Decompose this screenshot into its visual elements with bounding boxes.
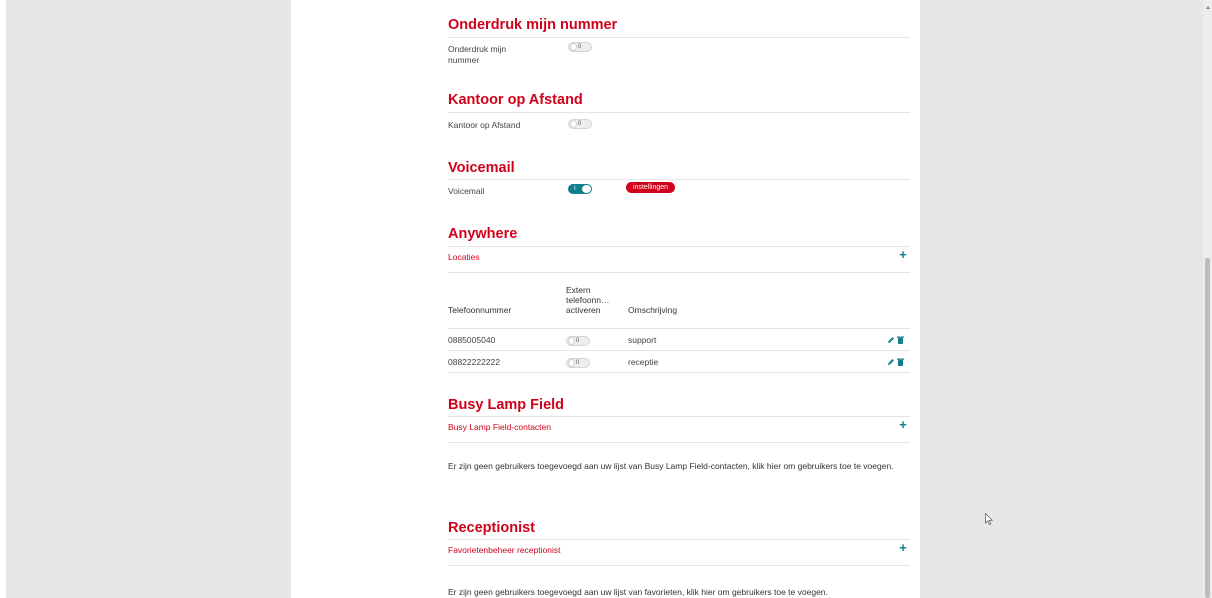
divider (448, 350, 910, 351)
section-title: Anywhere (448, 226, 518, 242)
toggle-text: 0 (576, 360, 580, 366)
blf-empty-message[interactable]: Er zijn geen gebruikers toegevoegd aan u… (448, 461, 908, 472)
divider (448, 246, 910, 247)
divider (448, 112, 910, 113)
trash-icon[interactable] (897, 336, 904, 344)
trash-icon[interactable] (897, 358, 904, 366)
divider (448, 442, 910, 443)
divider (448, 539, 910, 540)
favorites-link[interactable]: Favorietenbeheer receptionist (448, 545, 560, 555)
locaties-link[interactable]: Locaties (448, 252, 480, 262)
voicemail-toggle[interactable]: I (568, 184, 592, 194)
voicemail-label: Voicemail (448, 186, 485, 196)
divider (448, 37, 910, 38)
plus-icon: + (899, 540, 907, 555)
table-header-extern: Extern telefoonn… activeren (566, 285, 610, 315)
divider (448, 179, 910, 180)
row-number: 0885005040 (448, 335, 496, 345)
pencil-icon[interactable] (887, 336, 895, 344)
divider (448, 272, 910, 273)
add-favorite-button[interactable]: + (898, 540, 908, 555)
row-extern-toggle[interactable]: 0 (566, 358, 590, 368)
section-title: Voicemail (448, 160, 515, 176)
table-header-number: Telefoonnummer (448, 305, 512, 315)
scrollbar-thumb[interactable] (1205, 258, 1210, 598)
toggle-text: 0 (578, 121, 582, 127)
add-blf-contact-button[interactable]: + (898, 417, 908, 432)
scroll-up-icon[interactable] (1206, 6, 1210, 9)
scrollbar[interactable] (1203, 0, 1212, 598)
add-location-button[interactable]: + (898, 247, 908, 262)
row-number: 08822222222 (448, 357, 501, 367)
section-title: Kantoor op Afstand (448, 92, 583, 108)
divider (448, 565, 910, 566)
blf-contacts-link[interactable]: Busy Lamp Field-contacten (448, 422, 551, 432)
onderdruk-label: Onderdruk mijn nummer (448, 44, 507, 65)
divider (448, 328, 910, 329)
onderdruk-toggle[interactable]: 0 (568, 42, 592, 52)
row-description: support (628, 335, 657, 345)
receptionist-empty-message[interactable]: Er zijn geen gebruikers toegevoegd aan u… (448, 587, 908, 598)
settings-page: Onderdruk mijn nummer Onderdruk mijn num… (291, 0, 920, 598)
toggle-text: 0 (578, 44, 582, 50)
row-extern-toggle[interactable]: 0 (566, 336, 590, 346)
toggle-text: I (574, 186, 576, 192)
row-description: receptie (628, 357, 659, 367)
section-title: Onderdruk mijn nummer (448, 17, 618, 33)
section-title: Busy Lamp Field (448, 397, 565, 413)
kantoor-label: Kantoor op Afstand (448, 120, 521, 130)
plus-icon: + (899, 417, 907, 432)
section-title: Receptionist (448, 520, 536, 536)
cursor-icon (985, 513, 993, 525)
left-strip (0, 0, 6, 598)
table-header-description: Omschrijving (628, 305, 678, 315)
voicemail-settings-button[interactable]: instellingen (626, 182, 676, 193)
pencil-icon[interactable] (887, 358, 895, 366)
plus-icon: + (899, 247, 907, 262)
divider (448, 372, 910, 373)
toggle-text: 0 (576, 338, 580, 344)
kantoor-toggle[interactable]: 0 (568, 119, 592, 129)
divider (448, 416, 910, 417)
